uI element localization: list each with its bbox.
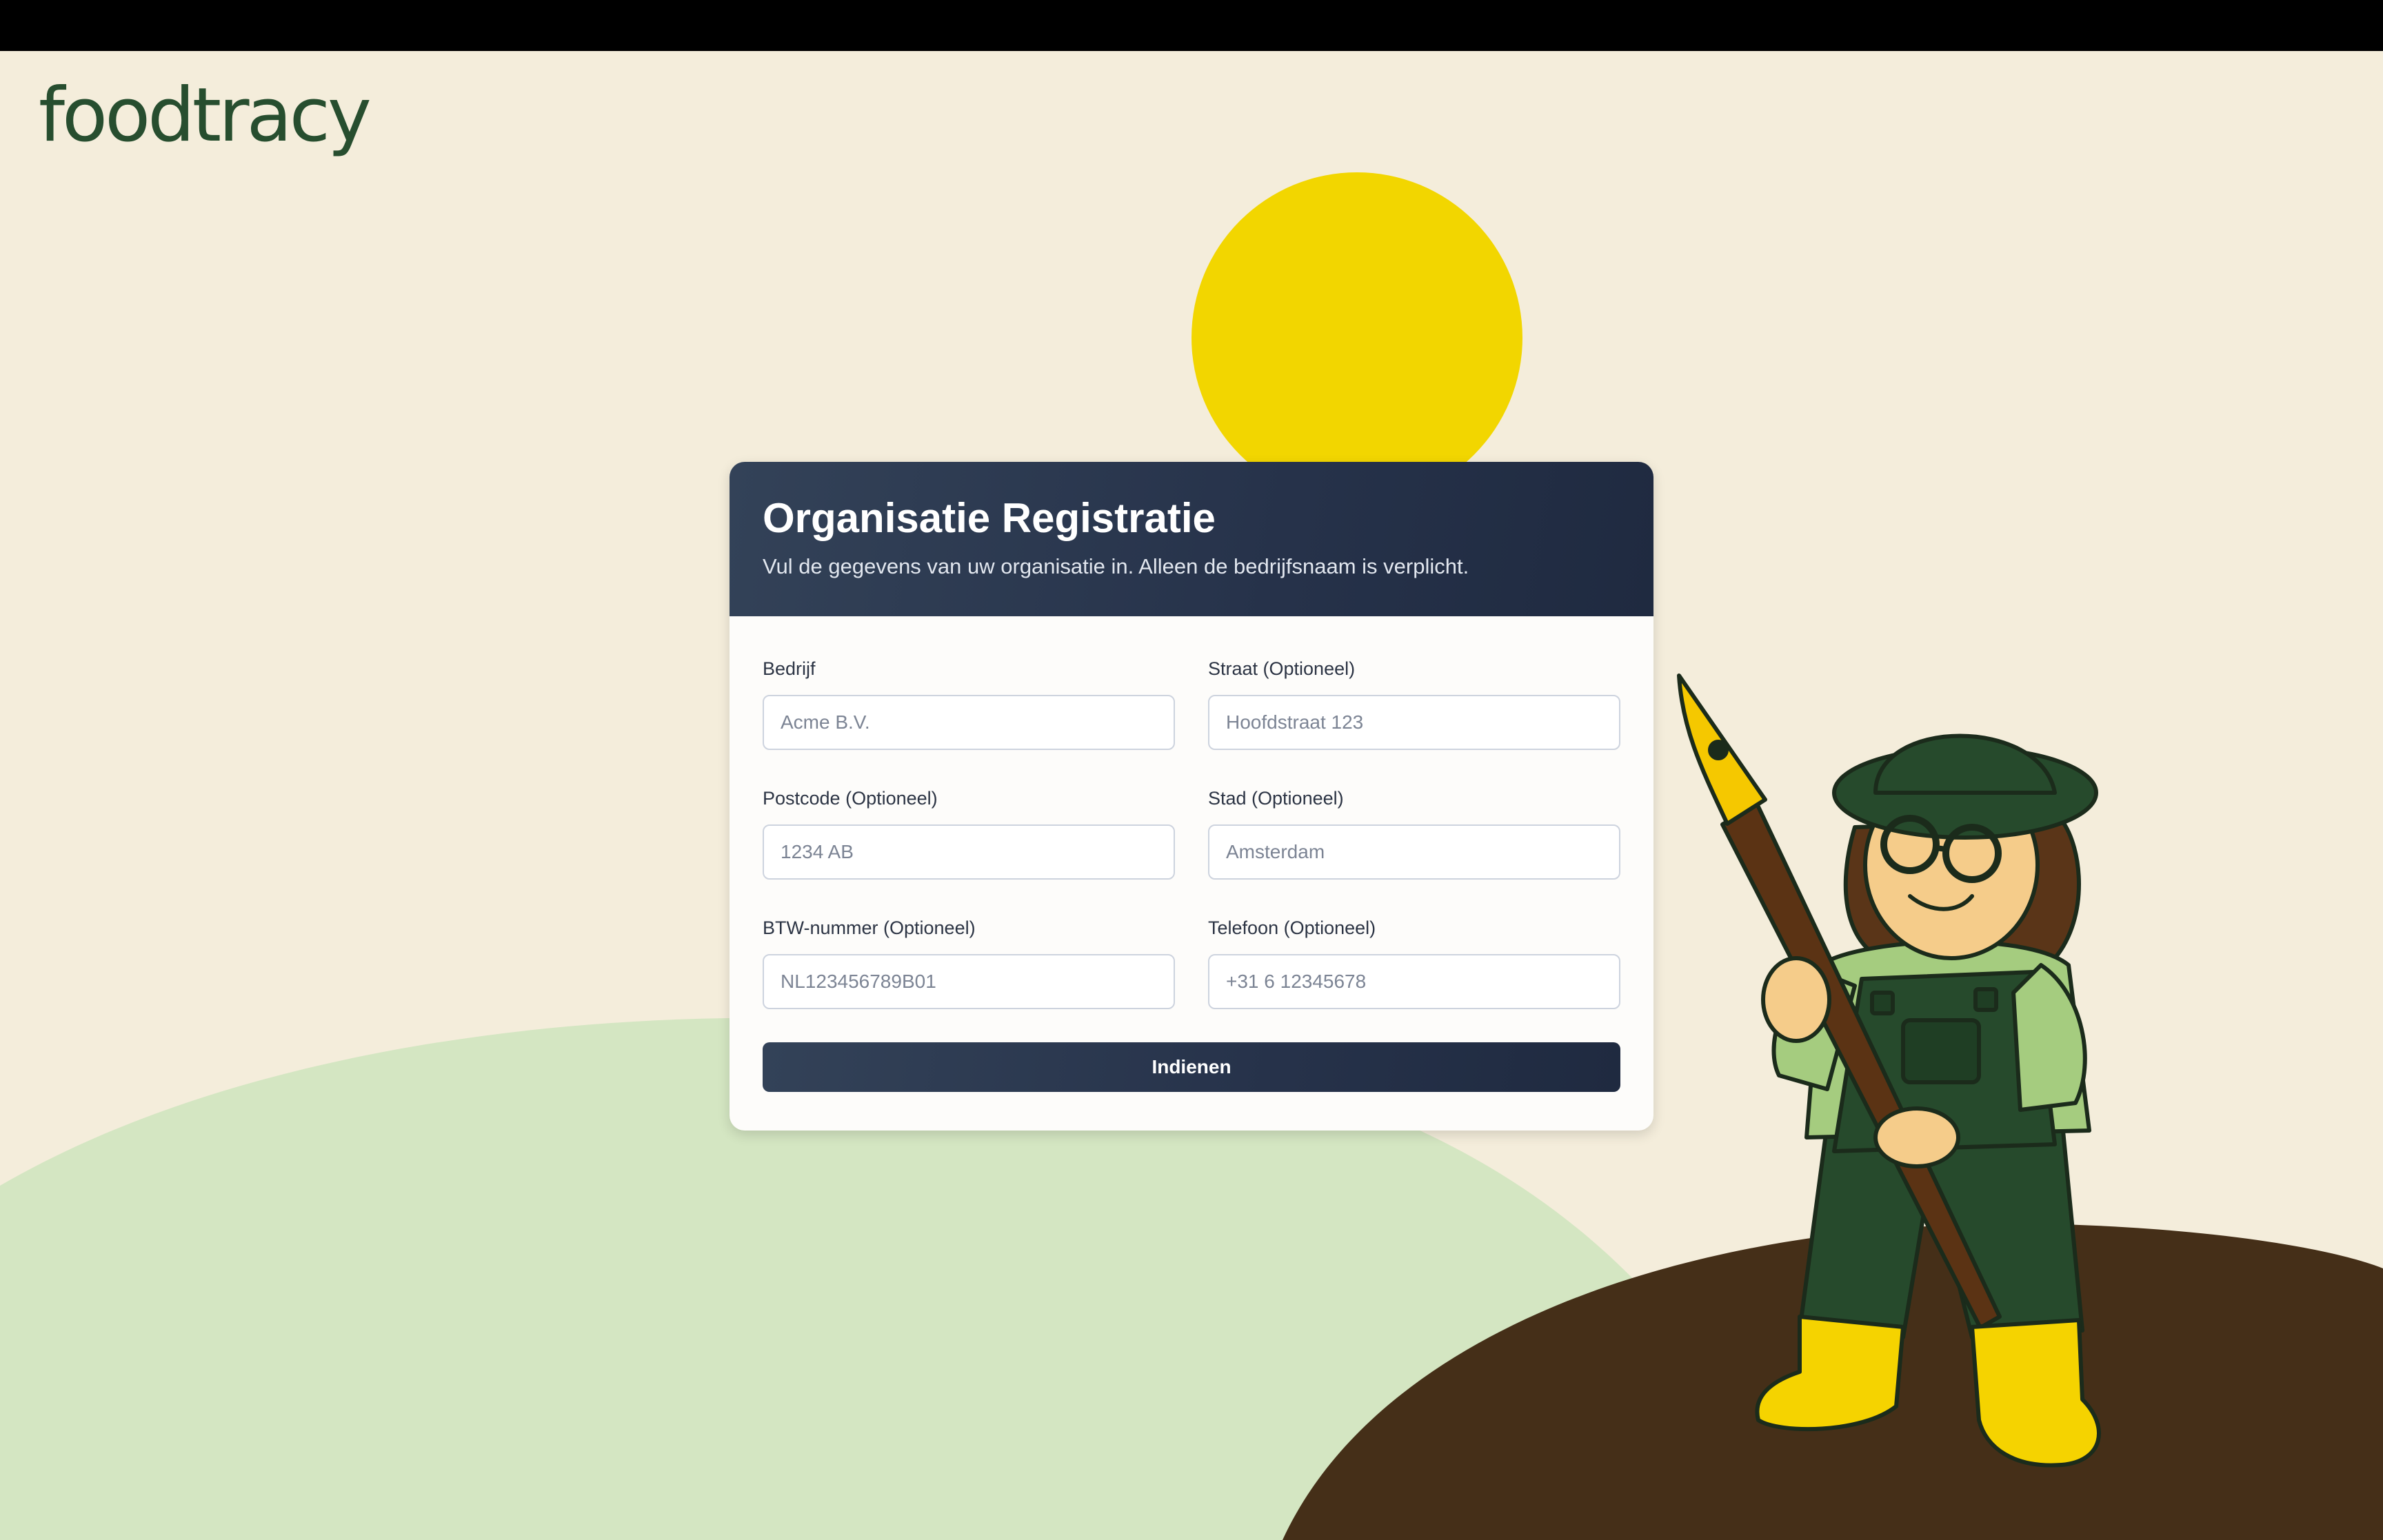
postcode-input[interactable] bbox=[763, 824, 1175, 880]
street-input[interactable] bbox=[1208, 695, 1620, 750]
company-label: Bedrijf bbox=[763, 658, 816, 679]
city-input[interactable] bbox=[1208, 824, 1620, 880]
vat-input[interactable] bbox=[763, 954, 1175, 1009]
form-grid: Bedrijf Straat (Optioneel) Postcode (Opt… bbox=[763, 656, 1620, 1009]
card-header: Organisatie Registratie Vul de gegevens … bbox=[730, 462, 1653, 616]
submit-button[interactable]: Indienen bbox=[763, 1042, 1620, 1092]
form-title: Organisatie Registratie bbox=[763, 495, 1216, 541]
logo-text: foodtracy bbox=[39, 72, 370, 159]
postcode-field-group: Postcode (Optioneel) bbox=[763, 786, 1175, 880]
registration-card: Organisatie Registratie Vul de gegevens … bbox=[730, 462, 1653, 1131]
sun-shape bbox=[1192, 172, 1522, 503]
postcode-label: Postcode (Optioneel) bbox=[763, 788, 938, 809]
vat-label: BTW-nummer (Optioneel) bbox=[763, 918, 976, 938]
company-input[interactable] bbox=[763, 695, 1175, 750]
phone-label: Telefoon (Optioneel) bbox=[1208, 918, 1376, 938]
foodtracy-logo: foodtracy bbox=[39, 72, 372, 168]
street-field-group: Straat (Optioneel) bbox=[1208, 656, 1620, 750]
city-label: Stad (Optioneel) bbox=[1208, 788, 1344, 809]
form-subtitle: Vul de gegevens van uw organisatie in. A… bbox=[763, 554, 1469, 578]
phone-field-group: Telefoon (Optioneel) bbox=[1208, 915, 1620, 1009]
street-label: Straat (Optioneel) bbox=[1208, 658, 1356, 679]
form-body: Bedrijf Straat (Optioneel) Postcode (Opt… bbox=[730, 616, 1653, 1092]
company-field-group: Bedrijf bbox=[763, 656, 1175, 750]
vat-field-group: BTW-nummer (Optioneel) bbox=[763, 915, 1175, 1009]
phone-input[interactable] bbox=[1208, 954, 1620, 1009]
city-field-group: Stad (Optioneel) bbox=[1208, 786, 1620, 880]
